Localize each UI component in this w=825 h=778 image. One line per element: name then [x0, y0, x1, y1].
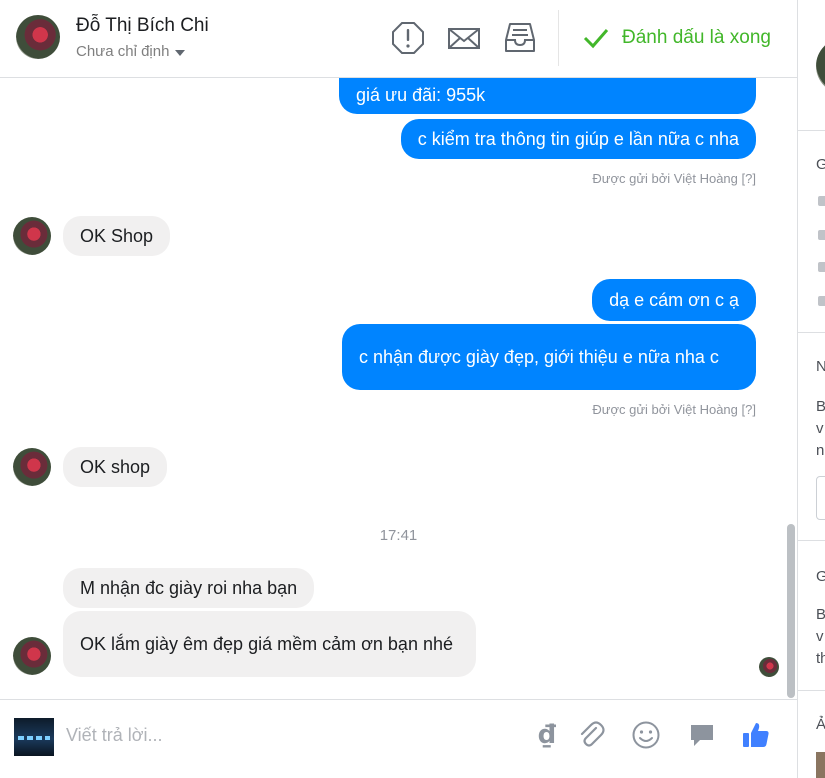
section-text: th — [816, 650, 825, 667]
checkmark-icon — [583, 29, 609, 49]
conversation-header: Đỗ Thị Bích Chi Chưa chỉ định Đánh dấu l… — [0, 0, 797, 78]
mark-done-button[interactable]: Đánh dấu là xong — [582, 22, 771, 54]
incoming-message[interactable]: OK Shop — [63, 216, 171, 256]
contact-avatar[interactable] — [16, 15, 60, 59]
help-link[interactable]: [?] — [742, 171, 756, 186]
inbox-icon — [505, 23, 535, 52]
currency-icon: ₫ — [537, 720, 557, 750]
section-text: v — [816, 628, 824, 645]
section-text: n — [816, 442, 825, 459]
move-to-inbox-button[interactable] — [503, 21, 537, 55]
outgoing-message[interactable]: giá ưu đãi: 955k — [339, 78, 756, 114]
section-heading: N — [816, 358, 825, 375]
message-text: OK Shop — [80, 225, 154, 246]
notes-input[interactable] — [816, 476, 825, 520]
outgoing-message[interactable]: c nhận được giày đẹp, giới thiệu e nữa n… — [342, 324, 756, 390]
panel-divider — [798, 130, 825, 131]
mark-done-label: Đánh dấu là xong — [622, 27, 771, 48]
reply-composer: ₫ — [0, 699, 797, 778]
panel-divider — [798, 690, 825, 691]
page-avatar — [14, 718, 54, 756]
emoji-icon — [632, 721, 660, 749]
like-icon — [743, 723, 769, 747]
emoji-button[interactable] — [631, 720, 661, 750]
location-icon — [818, 262, 825, 272]
section-heading: Ả — [816, 716, 825, 733]
reply-input[interactable] — [66, 722, 486, 748]
alert-icon — [392, 22, 424, 54]
message-text: c kiểm tra thông tin giúp e lần nữa c nh… — [417, 128, 739, 149]
media-thumbnail[interactable] — [816, 752, 825, 778]
message-thread[interactable]: giá ưu đãi: 955k c kiểm tra thông tin gi… — [0, 78, 797, 699]
payment-button[interactable]: ₫ — [532, 720, 562, 750]
attachment-icon — [580, 721, 605, 747]
message-text: giá ưu đãi: 955k — [356, 85, 486, 105]
outgoing-message[interactable]: c kiểm tra thông tin giúp e lần nữa c nh… — [400, 119, 756, 159]
saved-replies-button[interactable] — [687, 720, 717, 750]
send-like-button[interactable] — [741, 720, 771, 750]
profile-avatar — [816, 38, 825, 94]
sent-by-label: Được gửi bởi Việt Hoàng [?] — [592, 171, 756, 186]
message-text: M nhận đc giày roi nha bạn — [80, 577, 298, 598]
incoming-message[interactable]: OK lắm giày êm đẹp giá mềm cảm ơn bạn nh… — [63, 611, 476, 677]
section-text: v — [816, 420, 824, 437]
caret-down-icon — [175, 49, 186, 56]
header-divider — [558, 10, 559, 66]
section-text: B — [816, 606, 825, 623]
message-text: OK lắm giày êm đẹp giá mềm cảm ơn bạn nh… — [80, 633, 453, 654]
message-text: c nhận được giày đẹp, giới thiệu e nữa n… — [359, 346, 719, 367]
seen-indicator-avatar — [759, 657, 779, 677]
help-link[interactable]: [?] — [742, 402, 756, 417]
customer-info-panel: G N B v n G B v th Ả — [797, 0, 825, 778]
home-icon — [818, 296, 825, 306]
message-timestamp: 17:41 — [379, 527, 418, 544]
assignee-label: Chưa chỉ định — [76, 43, 170, 60]
panel-divider — [798, 540, 825, 541]
section-heading: G — [816, 156, 825, 173]
assignee-dropdown[interactable]: Chưa chỉ định — [76, 43, 186, 60]
sender-avatar — [13, 448, 51, 486]
section-text: B — [816, 398, 825, 415]
panel-divider — [798, 332, 825, 333]
sender-avatar — [13, 637, 51, 675]
clock-icon — [818, 196, 825, 206]
incoming-message[interactable]: OK shop — [63, 447, 168, 487]
sender-avatar — [13, 217, 51, 255]
mail-icon — [448, 28, 480, 49]
attach-file-button[interactable] — [576, 720, 606, 750]
mark-unread-button[interactable] — [447, 21, 481, 55]
sent-by-label: Được gửi bởi Việt Hoàng [?] — [592, 402, 756, 417]
briefcase-icon — [818, 230, 825, 240]
message-text: OK shop — [80, 456, 151, 477]
section-heading: G — [816, 568, 825, 585]
message-text: dạ e cám ơn c ạ — [609, 289, 739, 310]
scrollbar-thumb[interactable] — [787, 524, 795, 698]
incoming-message[interactable]: M nhận đc giày roi nha bạn — [63, 568, 315, 608]
mark-spam-button[interactable] — [391, 21, 425, 55]
outgoing-message[interactable]: dạ e cám ơn c ạ — [592, 279, 756, 321]
contact-name[interactable]: Đỗ Thị Bích Chi — [76, 15, 209, 37]
saved-reply-icon — [691, 725, 713, 746]
